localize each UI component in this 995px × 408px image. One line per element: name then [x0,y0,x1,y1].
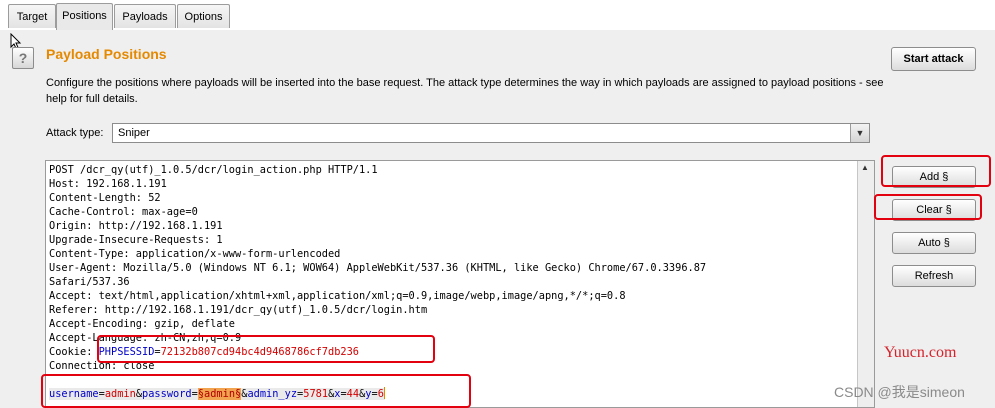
request-line: POST /dcr_qy(utf)_1.0.5/dcr/login_action… [49,164,378,176]
attack-type-select[interactable]: Sniper ▼ [112,123,870,143]
annotation-box-cookie [97,335,435,363]
start-attack-button[interactable]: Start attack [891,47,976,71]
refresh-button[interactable]: Refresh [892,265,976,287]
request-line: Accept-Encoding: gzip, deflate [49,318,235,330]
annotation-box-add [881,155,991,187]
tab-bar: Target Positions Payloads Options [0,0,995,31]
request-line: Content-Type: application/x-www-form-url… [49,248,341,260]
request-line: Origin: http://192.168.1.191 [49,220,223,232]
attack-type-value: Sniper [118,127,150,139]
chevron-down-icon[interactable]: ▼ [850,124,869,142]
scroll-up-icon[interactable]: ▲ [861,163,869,172]
tab-options[interactable]: Options [177,4,230,28]
section-description: Configure the positions where payloads w… [46,77,884,105]
tab-payloads[interactable]: Payloads [114,4,176,28]
watermark-csdn: CSDN @我是simeon [834,384,965,400]
auto-marker-button[interactable]: Auto § [892,232,976,254]
section-title: Payload Positions [46,46,167,62]
tab-target[interactable]: Target [8,4,56,28]
watermark-site: Yuucn.com [884,344,957,361]
attack-type-label: Attack type: [46,127,104,139]
request-editor[interactable]: POST /dcr_qy(utf)_1.0.5/dcr/login_action… [45,160,875,408]
request-line: Cache-Control: max-age=0 [49,206,198,218]
request-line: Content-Length: 52 [49,192,161,204]
tab-positions[interactable]: Positions [56,3,113,30]
request-line: User-Agent: Mozilla/5.0 (Windows NT 6.1;… [49,262,707,274]
help-icon[interactable]: ? [12,47,34,69]
request-line: Accept: text/html,application/xhtml+xml,… [49,290,626,302]
editor-scrollbar[interactable]: ▲ [857,161,874,407]
request-line: Safari/537.36 [49,276,130,288]
request-line: Host: 192.168.1.191 [49,178,167,190]
request-line: Referer: http://192.168.1.191/dcr_qy(utf… [49,304,428,316]
annotation-box-clear [874,194,982,220]
request-text[interactable]: POST /dcr_qy(utf)_1.0.5/dcr/login_action… [49,163,706,401]
request-line: Upgrade-Insecure-Requests: 1 [49,234,223,246]
annotation-box-body [41,374,471,408]
